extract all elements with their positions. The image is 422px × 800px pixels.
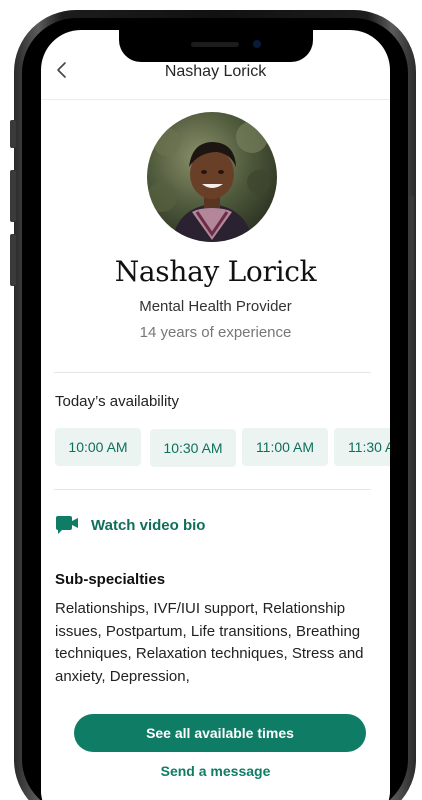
volume-up-button — [10, 170, 16, 222]
time-slots: 10:00 AM 10:30 AM 11:00 AM 11:30 AM — [55, 428, 390, 467]
see-all-times-button[interactable]: See all available times — [74, 714, 366, 752]
divider — [54, 489, 371, 490]
time-slot[interactable]: 11:00 AM — [242, 428, 328, 466]
sub-specialties-title: Sub-specialties — [55, 571, 166, 588]
time-slot[interactable]: 11:30 AM — [334, 428, 390, 466]
front-camera — [253, 40, 261, 48]
header-title: Nashay Lorick — [164, 63, 267, 80]
app-screen: Nashay Lorick Nashay Lorick Mental Healt… — [41, 30, 390, 800]
send-message-link[interactable]: Send a message — [41, 763, 390, 779]
divider — [54, 372, 371, 373]
power-button — [408, 196, 414, 280]
silent-switch — [10, 120, 16, 148]
volume-down-button — [10, 234, 16, 286]
availability-label: Today’s availability — [55, 393, 179, 410]
provider-role: Mental Health Provider — [139, 298, 292, 315]
avatar-photo — [147, 112, 277, 242]
experience-text: 14 years of experience — [139, 324, 292, 341]
avatar — [147, 112, 277, 242]
time-slot[interactable]: 10:30 AM — [150, 429, 236, 467]
sub-specialties-text: Relationships, IVF/IUI support, Relation… — [55, 600, 364, 685]
speaker-grill — [191, 42, 239, 47]
video-bio-label: Watch video bio — [91, 516, 206, 534]
time-slot[interactable]: 10:00 AM — [55, 428, 141, 466]
notch — [119, 30, 313, 62]
provider-name: Nashay Lorick — [114, 255, 317, 288]
watch-video-bio-link[interactable]: Watch video bio — [55, 515, 205, 535]
video-camera-icon — [56, 516, 78, 534]
